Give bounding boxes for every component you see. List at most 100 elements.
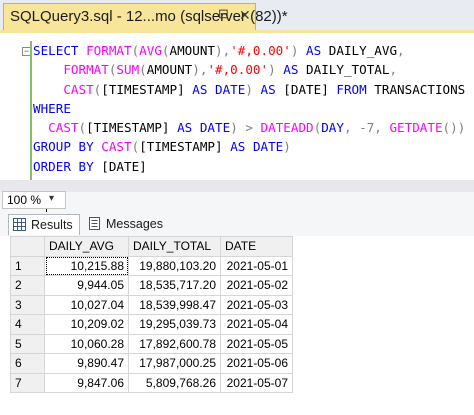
tab-results[interactable]: Results	[8, 214, 80, 235]
code-line[interactable]: GROUP BY CAST([TIMESTAMP] AS DATE)	[33, 137, 465, 156]
code-token: [TIMESTAMP]	[139, 139, 231, 155]
grid-corner[interactable]	[10, 236, 45, 257]
code-token: CAST	[101, 139, 132, 155]
query-editor[interactable]: − SELECT FORMAT(AVG(AMOUNT),'#,0.00') AS…	[0, 33, 474, 212]
code-token: DATE	[252, 139, 284, 155]
pin-icon[interactable]: ⊟	[218, 6, 229, 22]
code-token: )	[268, 62, 284, 78]
row-number[interactable]: 1	[10, 255, 45, 276]
row-number[interactable]: 5	[10, 333, 45, 354]
code-token: DAILY_AVG	[328, 43, 398, 58]
code-token: AMOUNT	[169, 43, 216, 58]
cell-daily-avg[interactable]: 10,215.88	[44, 255, 129, 276]
code-token: DAY	[321, 120, 344, 136]
row-number[interactable]: 6	[10, 353, 45, 374]
tab-messages[interactable]: Messages	[84, 214, 164, 235]
code-token: SELECT	[33, 43, 87, 58]
cell-daily-avg[interactable]: 10,027.04	[44, 294, 129, 315]
cell-daily-total[interactable]: 17,892,600.78	[128, 333, 221, 354]
code-token: SUM	[116, 62, 140, 78]
code-token: DATE	[199, 120, 231, 136]
grid-header-row: DAILY_AVG DAILY_TOTAL DATE	[10, 236, 293, 257]
code-token: TRANSACTIONS	[374, 81, 466, 97]
cell-daily-total[interactable]: 18,539,998.47	[128, 294, 221, 315]
code-token: GETDATE	[389, 120, 443, 136]
code-token: CAST	[33, 120, 79, 136]
code-line[interactable]: FORMAT(SUM(AMOUNT),'#,0.00') AS DAILY_TO…	[33, 60, 465, 79]
column-header-daily-total[interactable]: DAILY_TOTAL	[128, 236, 221, 257]
code-line[interactable]: WHERE	[33, 99, 465, 118]
code-token: )	[290, 43, 307, 58]
cell-daily-avg[interactable]: 9,890.47	[44, 353, 129, 374]
row-number[interactable]: 3	[10, 294, 45, 315]
cell-daily-total[interactable]: 19,880,103.20	[128, 255, 221, 276]
cell-daily-avg[interactable]: 9,944.05	[44, 275, 129, 296]
code-token: )	[283, 139, 291, 155]
code-token: ),	[192, 62, 208, 78]
editor-horizontal-scrollbar[interactable]	[0, 180, 474, 192]
zoom-select[interactable]: 100 % ▾	[2, 191, 66, 209]
results-grid-area: DAILY_AVG DAILY_TOTAL DATE 1 10,215.88 19,…	[0, 236, 474, 415]
row-number[interactable]: 4	[10, 314, 45, 335]
code-line[interactable]: SELECT FORMAT(AVG(AMOUNT),'#,0.00') AS D…	[33, 41, 465, 60]
zoom-value: 100 %	[7, 193, 42, 207]
code-token: FORMAT	[86, 43, 132, 58]
code-token: '#,0.00'	[207, 62, 269, 78]
sql-code[interactable]: SELECT FORMAT(AVG(AMOUNT),'#,0.00') AS D…	[33, 41, 465, 176]
code-token: (	[78, 120, 87, 136]
row-number[interactable]: 7	[10, 372, 45, 393]
cell-daily-total[interactable]: 5,809,768.26	[128, 372, 221, 393]
cell-daily-total[interactable]: 19,295,039.73	[128, 314, 221, 335]
code-token: WHERE	[33, 100, 71, 116]
tab-messages-label: Messages	[106, 217, 163, 231]
code-token: ())	[442, 120, 466, 136]
cell-date[interactable]: 2021-05-02	[220, 275, 293, 296]
cell-daily-total[interactable]: 17,987,000.25	[128, 353, 221, 374]
code-token: AMOUNT	[146, 62, 193, 78]
cell-date[interactable]: 2021-05-06	[220, 353, 293, 374]
cell-daily-avg[interactable]: 9,847.06	[44, 372, 129, 393]
cell-daily-avg[interactable]: 10,209.02	[44, 314, 129, 335]
code-token: AVG	[139, 43, 162, 58]
cell-daily-total[interactable]: 18,535,717.20	[128, 275, 221, 296]
table-row[interactable]: 7 9,847.06 5,809,768.26 2021-05-07	[10, 372, 293, 393]
code-token: [TIMESTAMP]	[101, 81, 193, 97]
table-row[interactable]: 5 10,060.28 17,892,600.78 2021-05-05	[10, 333, 293, 354]
table-row[interactable]: 1 10,215.88 19,880,103.20 2021-05-01	[10, 255, 293, 276]
code-token: [DATE]	[283, 81, 337, 97]
cell-date[interactable]: 2021-05-04	[220, 314, 293, 335]
cell-daily-avg[interactable]: 10,060.28	[44, 333, 129, 354]
code-token: (	[161, 43, 170, 58]
code-token: '#,0.00'	[230, 43, 291, 58]
row-number[interactable]: 2	[10, 275, 45, 296]
code-token: AS	[230, 139, 253, 155]
chevron-down-icon[interactable]: ▾	[49, 193, 54, 204]
cell-date[interactable]: 2021-05-05	[220, 333, 293, 354]
code-token: AS	[260, 81, 284, 97]
table-row[interactable]: 3 10,027.04 18,539,998.47 2021-05-03	[10, 294, 293, 315]
code-token: [DATE]	[101, 158, 147, 174]
code-token: [TIMESTAMP]	[86, 120, 178, 136]
column-header-date[interactable]: DATE	[220, 236, 293, 257]
column-header-daily-avg[interactable]: DAILY_AVG	[44, 236, 129, 257]
change-margin	[30, 41, 32, 183]
code-line[interactable]: CAST([TIMESTAMP] AS DATE) > DATEADD(DAY,…	[33, 118, 465, 137]
table-row[interactable]: 2 9,944.05 18,535,717.20 2021-05-02	[10, 275, 293, 296]
code-token: DAILY_TOTAL	[306, 62, 390, 78]
document-tab-bar: SQLQuery3.sql - 12...mo (sqlserver (82))…	[0, 0, 474, 36]
table-row[interactable]: 4 10,209.02 19,295,039.73 2021-05-04	[10, 314, 293, 335]
code-token: ,	[343, 120, 360, 136]
code-line[interactable]: CAST([TIMESTAMP] AS DATE) AS [DATE] FROM…	[33, 80, 465, 99]
cell-date[interactable]: 2021-05-07	[220, 372, 293, 393]
table-row[interactable]: 6 9,890.47 17,987,000.25 2021-05-06	[10, 353, 293, 374]
grid-icon	[13, 218, 26, 231]
close-icon[interactable]: ✕	[239, 7, 251, 24]
code-token: ,	[374, 120, 390, 136]
cell-date[interactable]: 2021-05-03	[220, 294, 293, 315]
query-tab[interactable]: SQLQuery3.sql - 12...mo (sqlserver (82))…	[3, 3, 288, 31]
messages-icon	[89, 217, 100, 230]
code-token: AS	[192, 81, 216, 97]
code-line[interactable]: ORDER BY [DATE]	[33, 157, 465, 176]
cell-date[interactable]: 2021-05-01	[220, 255, 293, 276]
code-token: DATE	[215, 81, 246, 97]
